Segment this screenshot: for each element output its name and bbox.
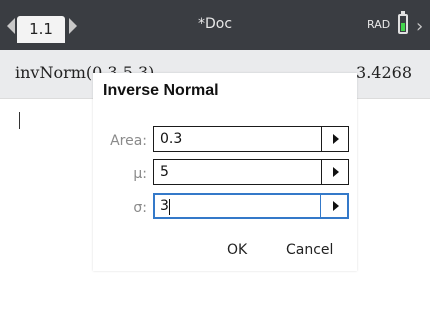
sigma-field[interactable]: 3: [153, 193, 349, 219]
field-divider: [321, 127, 322, 151]
title-bar: 1.1 *Doc RAD ›: [0, 0, 430, 50]
history-result: 3.4268: [356, 63, 412, 82]
area-label: Area:: [110, 133, 147, 149]
angle-mode-indicator: RAD: [367, 18, 391, 31]
ok-button[interactable]: OK: [227, 242, 247, 258]
entry-line-cursor: [19, 112, 20, 129]
field-divider: [320, 195, 321, 217]
mu-value: 5: [160, 164, 169, 180]
field-divider: [321, 160, 322, 184]
inverse-normal-dialog: Inverse Normal Area: 0.3 μ: 5 σ: 3 OK Ca…: [93, 73, 357, 271]
area-field[interactable]: 0.3: [153, 126, 349, 152]
chevron-right-icon[interactable]: ›: [416, 16, 423, 37]
area-value: 0.3: [160, 131, 183, 147]
cancel-button[interactable]: Cancel: [286, 242, 333, 258]
mu-dropdown-arrow-icon[interactable]: [333, 167, 339, 177]
mu-label: μ:: [133, 166, 147, 182]
area-dropdown-arrow-icon[interactable]: [333, 134, 339, 144]
dialog-title: Inverse Normal: [103, 82, 219, 99]
battery-icon: [398, 14, 408, 34]
sigma-text-cursor: [169, 199, 170, 215]
sigma-label: σ:: [133, 200, 147, 216]
sigma-dropdown-arrow-icon[interactable]: [333, 201, 339, 211]
mu-field[interactable]: 5: [153, 159, 349, 185]
sigma-value: 3: [160, 198, 169, 214]
battery-level-fill: [401, 23, 405, 31]
document-title: *Doc: [197, 16, 233, 32]
